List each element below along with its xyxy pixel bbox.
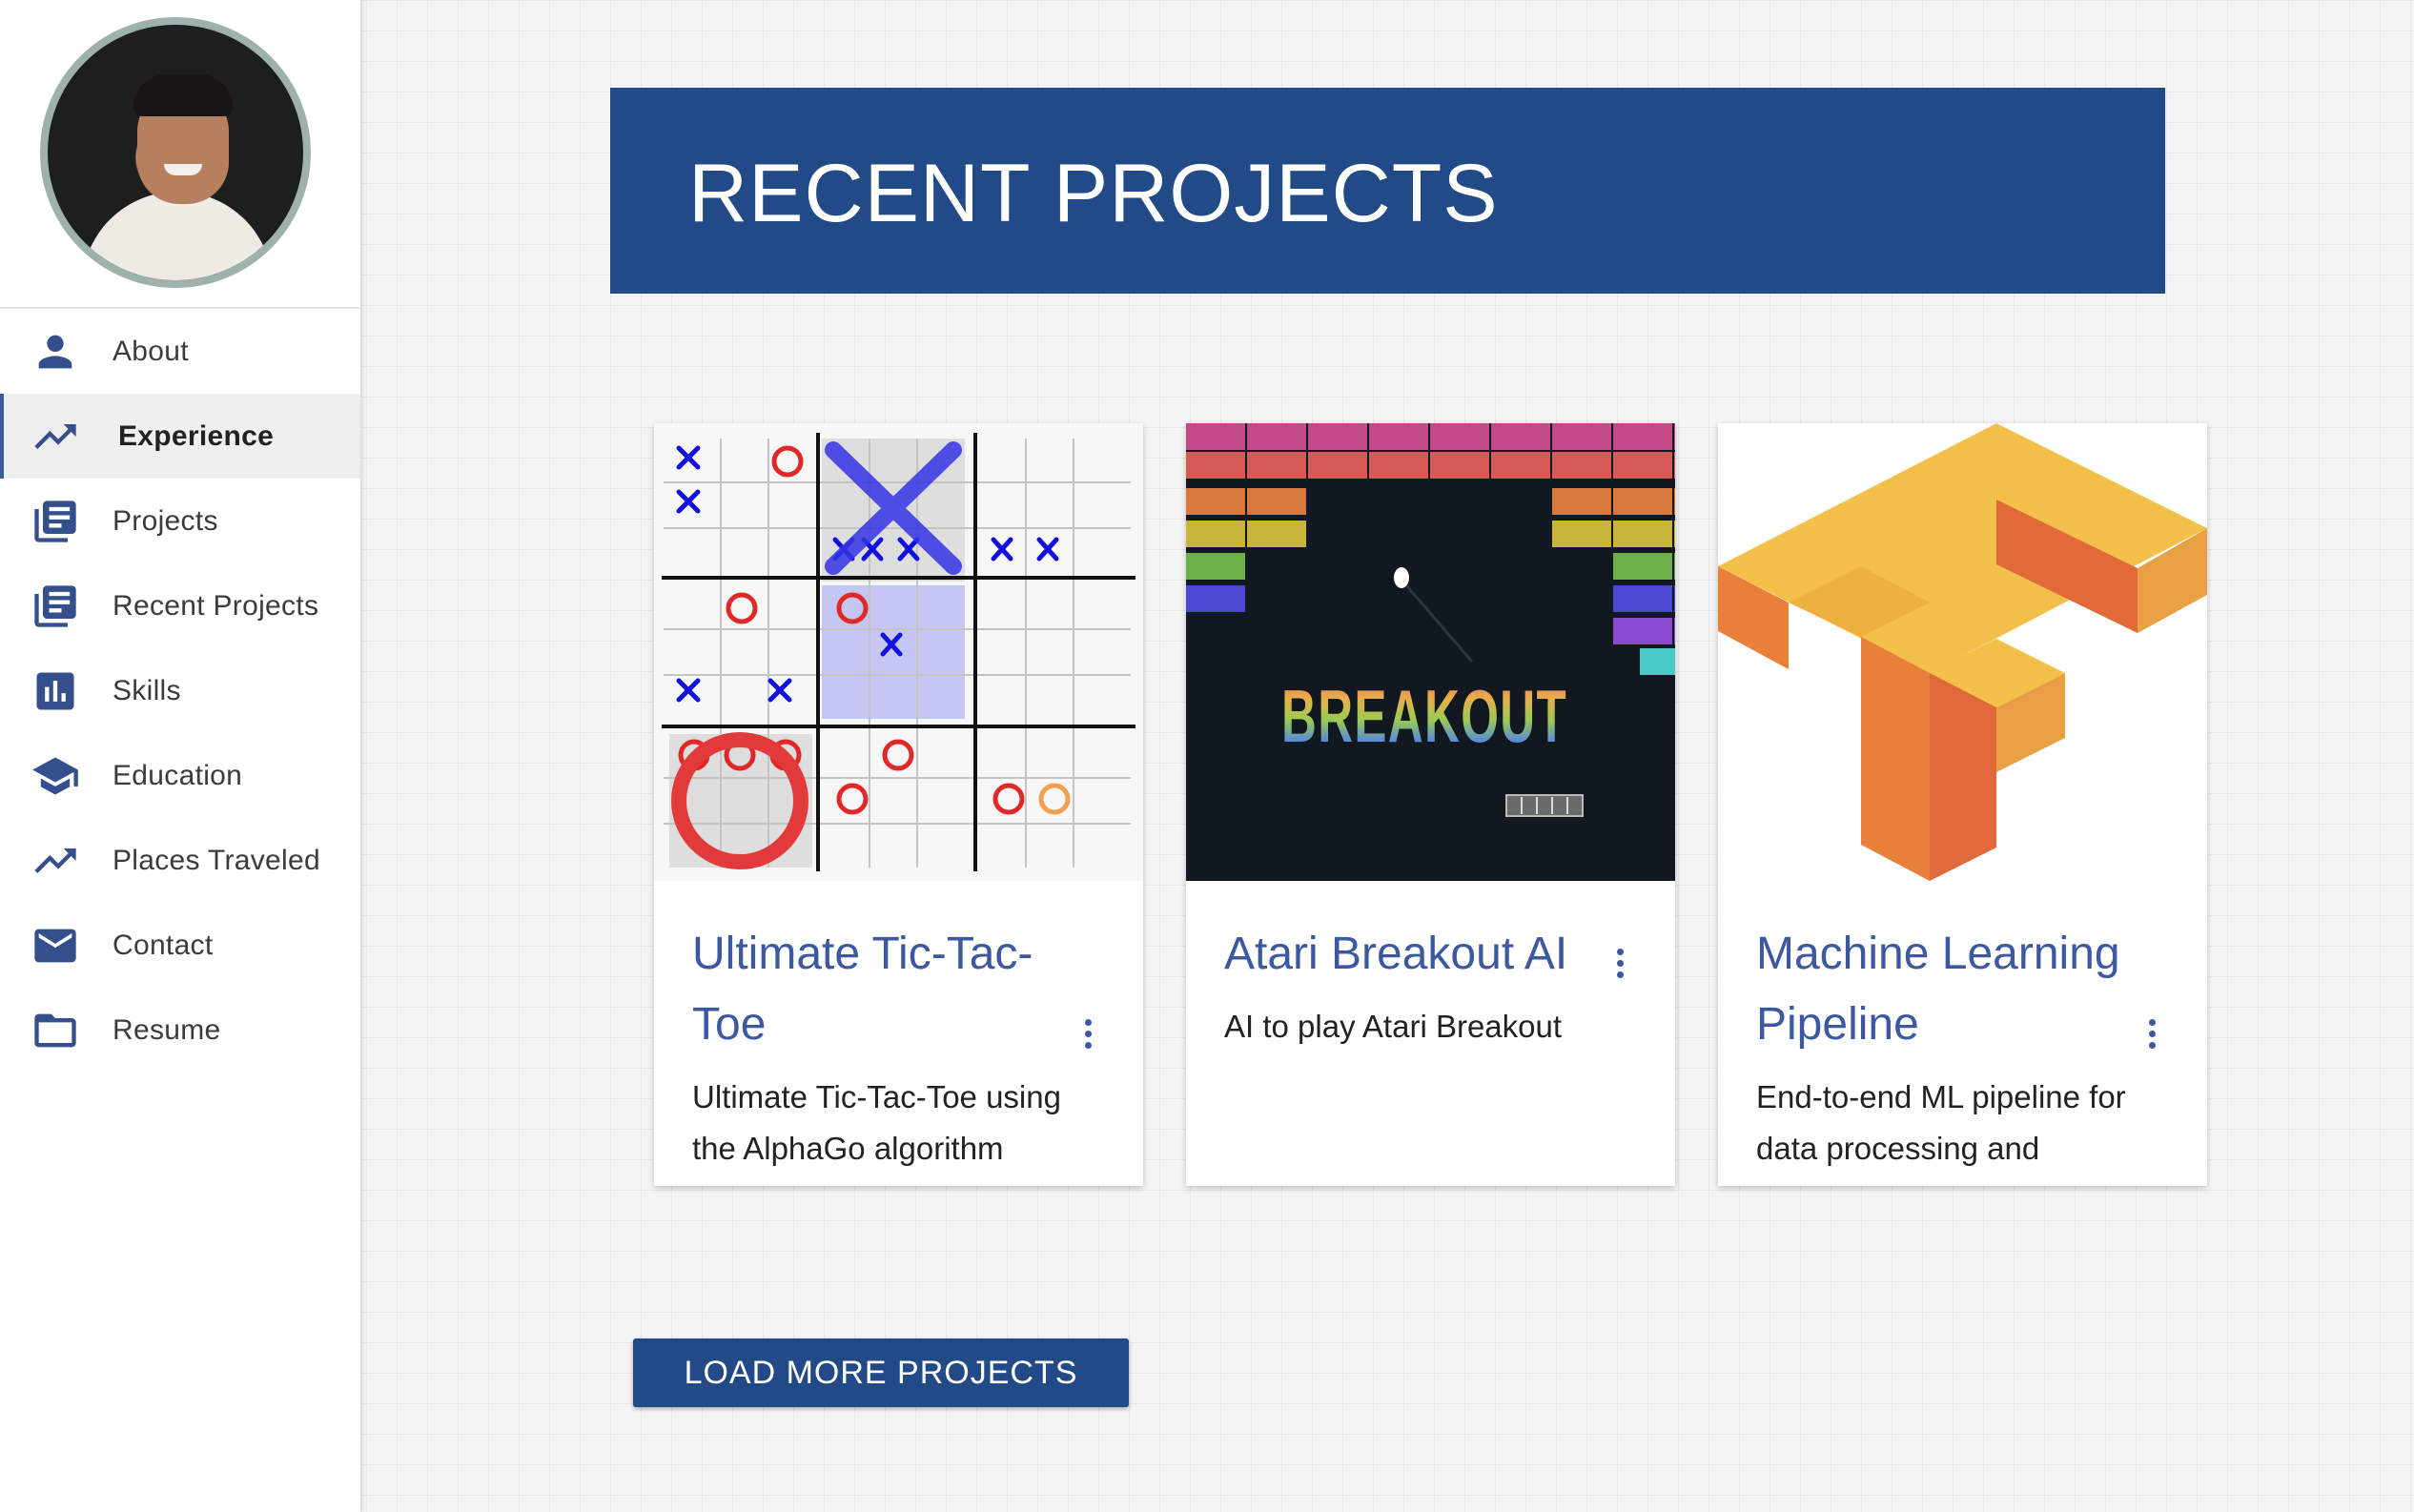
sidebar-item-education[interactable]: Education — [0, 733, 360, 818]
sidebar-item-resume[interactable]: Resume — [0, 988, 360, 1073]
breakout-brick — [1247, 423, 1306, 450]
sidebar-item-skills[interactable]: Skills — [0, 648, 360, 733]
project-description: End-to-end ML pipeline for data processi… — [1756, 1079, 2126, 1166]
breakout-brick — [1247, 452, 1306, 479]
sidebar-item-label: Experience — [118, 419, 275, 452]
breakout-brick — [1613, 521, 1672, 547]
mail-icon — [29, 919, 82, 972]
breakout-brick — [1552, 488, 1611, 515]
breakout-brick — [1552, 521, 1611, 547]
breakout-brick — [1674, 553, 1675, 580]
sidebar-item-label: Projects — [113, 504, 218, 537]
breakout-brick — [1430, 423, 1489, 450]
sidebar: About Experience Projects Recent Project… — [0, 0, 360, 1512]
sidebar-item-about[interactable]: About — [0, 309, 360, 394]
project-card-atari-breakout[interactable]: BREAKOUT Atari Breakout AI AI to play At… — [1186, 423, 1675, 1186]
sidebar-nav: About Experience Projects Recent Project… — [0, 309, 360, 1073]
load-more-projects-button[interactable]: LOAD MORE PROJECTS — [633, 1338, 1129, 1407]
breakout-brick — [1186, 423, 1245, 450]
tensorflow-logo-image[interactable] — [1718, 423, 2207, 881]
breakout-brick — [1430, 452, 1489, 479]
person-icon — [29, 325, 82, 378]
sidebar-item-contact[interactable]: Contact — [0, 903, 360, 988]
avatar — [40, 17, 311, 288]
profile-header — [0, 0, 360, 309]
breakout-brick — [1552, 452, 1611, 479]
project-description: AI to play Atari Breakout — [1224, 1009, 1563, 1044]
breakout-brick — [1640, 648, 1675, 675]
sidebar-item-label: Resume — [113, 1013, 221, 1046]
sidebar-item-label: Places Traveled — [113, 844, 320, 876]
breakout-brick — [1674, 521, 1675, 547]
project-card-machine-learning-pipeline[interactable]: Machine Learning Pipeline End-to-end ML … — [1718, 423, 2207, 1186]
breakout-brick — [1613, 452, 1672, 479]
sidebar-item-projects[interactable]: Projects — [0, 479, 360, 563]
sidebar-item-recent-projects[interactable]: Recent Projects — [0, 563, 360, 648]
breakout-logo-text: BREAKOUT — [1281, 674, 1567, 758]
school-icon — [29, 749, 82, 803]
breakout-brick — [1613, 618, 1672, 644]
breakout-brick — [1674, 618, 1675, 644]
library-books-icon — [29, 580, 82, 633]
folder-icon — [29, 1004, 82, 1057]
sidebar-item-label: About — [113, 335, 189, 367]
more-options-icon[interactable] — [1074, 1005, 1102, 1062]
sidebar-item-label: Skills — [113, 674, 181, 706]
project-title[interactable]: Ultimate Tic-Tac-Toe — [692, 919, 1064, 1060]
library-books-icon — [29, 495, 82, 548]
breakout-brick — [1247, 488, 1306, 515]
breakout-brick — [1674, 452, 1675, 479]
breakout-brick — [1674, 585, 1675, 612]
project-title[interactable]: Atari Breakout AI — [1224, 919, 1596, 990]
breakout-brick — [1613, 585, 1672, 612]
breakout-brick — [1613, 553, 1672, 580]
breakout-brick — [1552, 423, 1611, 450]
breakout-brick — [1369, 423, 1428, 450]
more-options-icon[interactable] — [2138, 1005, 2166, 1062]
sidebar-item-label: Recent Projects — [113, 589, 319, 622]
breakout-brick — [1186, 553, 1245, 580]
breakout-brick — [1308, 452, 1367, 479]
breakout-brick — [1186, 452, 1245, 479]
breakout-brick — [1247, 521, 1306, 547]
breakout-brick — [1674, 488, 1675, 515]
breakout-brick — [1613, 423, 1672, 450]
breakout-brick — [1308, 423, 1367, 450]
more-options-icon[interactable] — [1606, 934, 1634, 991]
trending-up-icon — [29, 834, 82, 888]
page-header: RECENT PROJECTS — [610, 88, 2165, 294]
page-title: RECENT PROJECTS — [688, 148, 1499, 239]
breakout-brick — [1491, 452, 1550, 479]
project-description: Ultimate Tic-Tac-Toe using the AlphaGo a… — [692, 1079, 1061, 1166]
breakout-brick — [1613, 488, 1672, 515]
breakout-brick — [1491, 423, 1550, 450]
sidebar-item-experience[interactable]: Experience — [0, 394, 360, 479]
sidebar-item-places-traveled[interactable]: Places Traveled — [0, 818, 360, 903]
breakout-brick — [1369, 452, 1428, 479]
ultimate-tic-tac-toe-image[interactable] — [654, 423, 1143, 881]
breakout-brick — [1186, 585, 1245, 612]
breakout-game-image[interactable]: BREAKOUT — [1186, 423, 1675, 881]
sidebar-item-label: Contact — [113, 929, 214, 961]
project-title[interactable]: Machine Learning Pipeline — [1756, 919, 2128, 1060]
trending-up-icon — [29, 410, 82, 463]
project-card-ultimate-tic-tac-toe[interactable]: Ultimate Tic-Tac-Toe Ultimate Tic-Tac-To… — [654, 423, 1143, 1186]
bar-chart-icon — [29, 664, 82, 718]
breakout-brick — [1186, 488, 1245, 515]
breakout-brick — [1186, 521, 1245, 547]
sidebar-item-label: Education — [113, 759, 243, 791]
breakout-brick — [1674, 423, 1675, 450]
